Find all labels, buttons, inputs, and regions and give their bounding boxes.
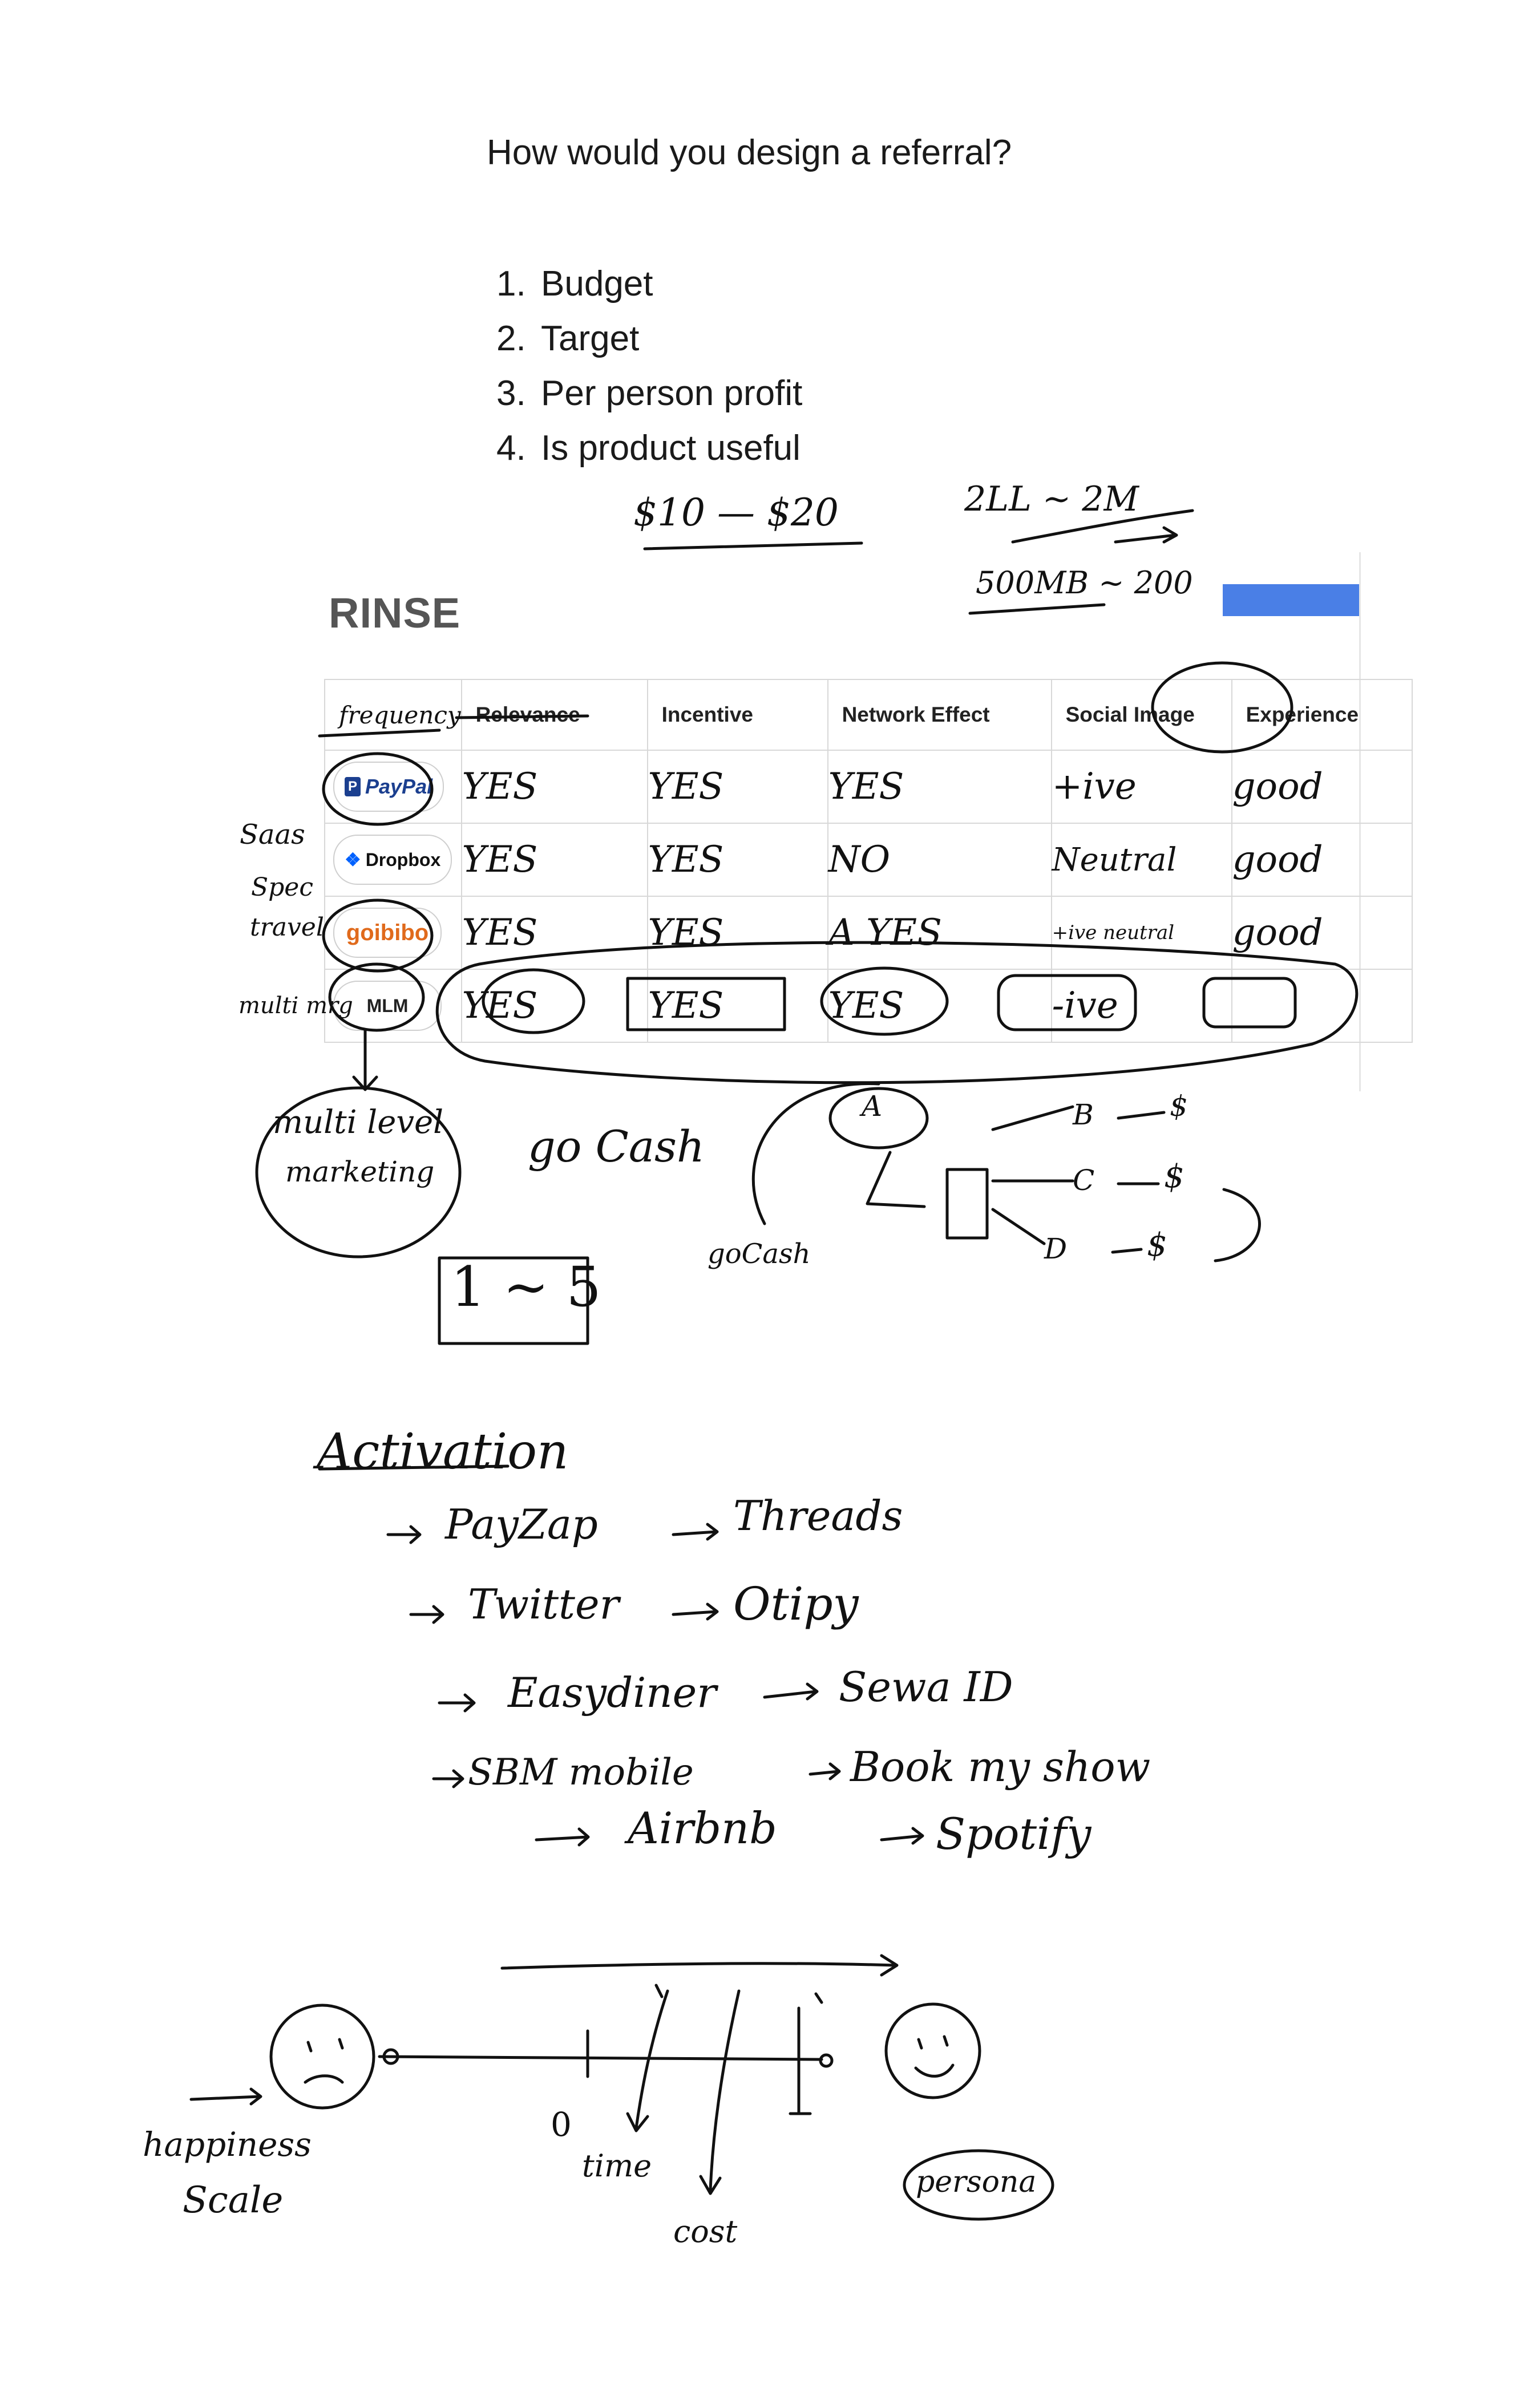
happy-face-icon bbox=[914, 2035, 955, 2078]
arrow-stroke bbox=[535, 1827, 590, 1847]
arrow-stroke bbox=[352, 1028, 378, 1091]
mlm-row-capsule bbox=[435, 941, 1359, 1084]
tree-branch bbox=[1111, 1111, 1166, 1254]
underline-stroke bbox=[968, 603, 1106, 615]
arrow-stroke bbox=[672, 1602, 719, 1621]
sad-face-icon bbox=[269, 2004, 375, 2110]
experience-circle bbox=[1151, 661, 1293, 754]
arrow-stroke bbox=[386, 1525, 422, 1544]
underline-stroke bbox=[318, 1464, 510, 1471]
tree-arc bbox=[1214, 1188, 1261, 1262]
arrow-stroke bbox=[763, 1682, 819, 1701]
time-arrow bbox=[626, 1989, 669, 2132]
cell-box bbox=[626, 977, 786, 1031]
underline-stroke bbox=[318, 729, 441, 738]
arrow-stroke bbox=[189, 2087, 262, 2106]
tree-box bbox=[945, 1168, 989, 1240]
tree-arc bbox=[751, 1082, 880, 1225]
arrow-stroke bbox=[409, 1605, 444, 1624]
cell-box bbox=[1202, 977, 1297, 1029]
persona-circle bbox=[903, 2149, 1054, 2221]
arrow-stroke bbox=[500, 1954, 899, 1977]
arrow-stroke bbox=[432, 1769, 464, 1788]
underline-stroke bbox=[455, 714, 589, 719]
paypal-circle bbox=[322, 752, 434, 826]
scale-line bbox=[378, 2055, 823, 2061]
arrow-stroke bbox=[880, 1827, 924, 1845]
ink-strokes bbox=[189, 509, 1359, 2221]
tree-node-circle bbox=[828, 1087, 929, 1150]
mlm-circle bbox=[328, 962, 425, 1032]
cell-circle bbox=[820, 966, 949, 1036]
cell-box bbox=[997, 974, 1137, 1031]
arrow-stroke bbox=[672, 1523, 719, 1541]
goibibo-circle bbox=[322, 899, 434, 973]
multilevel-circle bbox=[255, 1086, 462, 1258]
happy-face-icon bbox=[884, 2002, 981, 2099]
tree-branch bbox=[866, 1151, 926, 1208]
arrow-stroke bbox=[808, 1762, 841, 1780]
underline-stroke bbox=[643, 541, 863, 551]
arrow-stroke bbox=[1114, 526, 1178, 544]
scale-tick bbox=[586, 2006, 812, 2115]
one-to-five-box bbox=[438, 1256, 589, 1345]
arrow-stroke bbox=[438, 1693, 476, 1713]
cell-circle bbox=[482, 968, 585, 1034]
sad-face-icon bbox=[304, 2038, 344, 2084]
tree-branch bbox=[991, 1105, 1074, 1245]
cost-arrow bbox=[699, 1989, 741, 2195]
